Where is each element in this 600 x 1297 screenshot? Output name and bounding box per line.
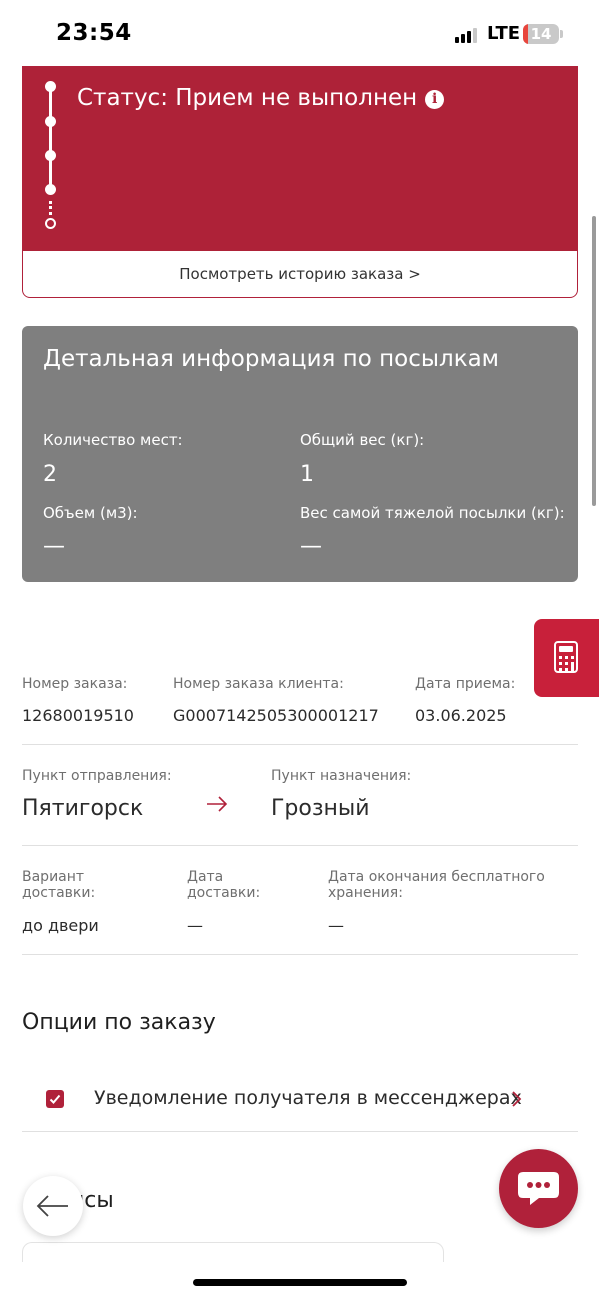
delivery-date-value: — bbox=[187, 916, 203, 935]
battery-icon: 14 bbox=[523, 24, 559, 44]
home-indicator bbox=[193, 1279, 407, 1286]
client-order-number-label: Номер заказа клиента: bbox=[173, 676, 344, 692]
order-status-card: Статус: Прием не выполнен i Посмотреть ис… bbox=[22, 66, 578, 298]
divider bbox=[22, 954, 578, 955]
divider bbox=[22, 744, 578, 745]
delivery-date-label: Дата доставки: bbox=[187, 869, 261, 901]
chat-bubble-icon bbox=[518, 1172, 559, 1205]
messenger-notification-label[interactable]: Уведомление получателя в мессенджерах bbox=[94, 1087, 522, 1109]
volume-label: Объем (м3): bbox=[43, 504, 138, 522]
storage-end-value: — bbox=[328, 916, 344, 935]
order-number-value: 12680019510 bbox=[22, 706, 134, 725]
arrow-left-icon bbox=[36, 1195, 68, 1217]
divider bbox=[22, 845, 578, 846]
volume-value: — bbox=[43, 534, 65, 559]
status-text: Статус: Прием не выполнен bbox=[77, 85, 418, 111]
chevron-right-icon[interactable] bbox=[510, 1089, 524, 1109]
places-label: Количество мест: bbox=[43, 431, 183, 449]
weight-value: 1 bbox=[300, 462, 314, 487]
heaviest-label: Вес самой тяжелой посылки (кг): bbox=[300, 504, 565, 522]
accept-date-value: 03.06.2025 bbox=[415, 706, 507, 725]
client-order-number-value: G0007142505300001217 bbox=[173, 706, 379, 725]
destination-city: Грозный bbox=[271, 796, 370, 821]
signal-icon bbox=[455, 27, 481, 43]
back-button[interactable] bbox=[23, 1176, 83, 1236]
scrollbar[interactable] bbox=[592, 216, 596, 506]
order-options-title: Опции по заказу bbox=[22, 1010, 216, 1035]
order-history-link[interactable]: Посмотреть историю заказа > bbox=[23, 251, 577, 297]
order-number-label: Номер заказа: bbox=[22, 676, 128, 692]
divider bbox=[22, 1131, 578, 1132]
services-card bbox=[22, 1242, 444, 1262]
calculator-button[interactable] bbox=[534, 619, 599, 697]
status-bar: 23:54 LTE 14 bbox=[0, 0, 600, 66]
info-icon[interactable]: i bbox=[425, 90, 445, 109]
accept-date-label: Дата приема: bbox=[415, 676, 516, 692]
status-timeline-icon bbox=[39, 81, 63, 231]
parcel-details-title: Детальная информация по посылкам bbox=[43, 346, 500, 372]
origin-city: Пятигорск bbox=[22, 796, 144, 821]
messenger-notification-checkbox[interactable] bbox=[46, 1090, 64, 1108]
battery-tip bbox=[560, 30, 563, 38]
heaviest-value: — bbox=[300, 534, 322, 559]
origin-label: Пункт отправления: bbox=[22, 768, 172, 784]
chat-button[interactable] bbox=[499, 1149, 578, 1228]
status-title: Статус: Прием не выполнен i bbox=[77, 85, 445, 111]
destination-label: Пункт назначения: bbox=[271, 768, 412, 784]
network-type: LTE bbox=[487, 23, 521, 44]
calculator-icon bbox=[554, 641, 578, 673]
status-banner: Статус: Прием не выполнен i bbox=[23, 67, 577, 251]
parcel-details-card: Детальная информация по посылкам Количес… bbox=[22, 326, 578, 582]
battery-level: 14 bbox=[530, 25, 552, 43]
weight-label: Общий вес (кг): bbox=[300, 431, 425, 449]
delivery-type-value: до двери bbox=[22, 916, 99, 935]
places-value: 2 bbox=[43, 462, 57, 487]
clock: 23:54 bbox=[56, 20, 132, 46]
storage-end-label: Дата окончания бесплатного хранения: bbox=[328, 869, 545, 901]
arrow-right-icon bbox=[207, 796, 228, 812]
delivery-type-label: Вариант доставки: bbox=[22, 869, 96, 901]
checkmark-icon bbox=[49, 1094, 61, 1104]
